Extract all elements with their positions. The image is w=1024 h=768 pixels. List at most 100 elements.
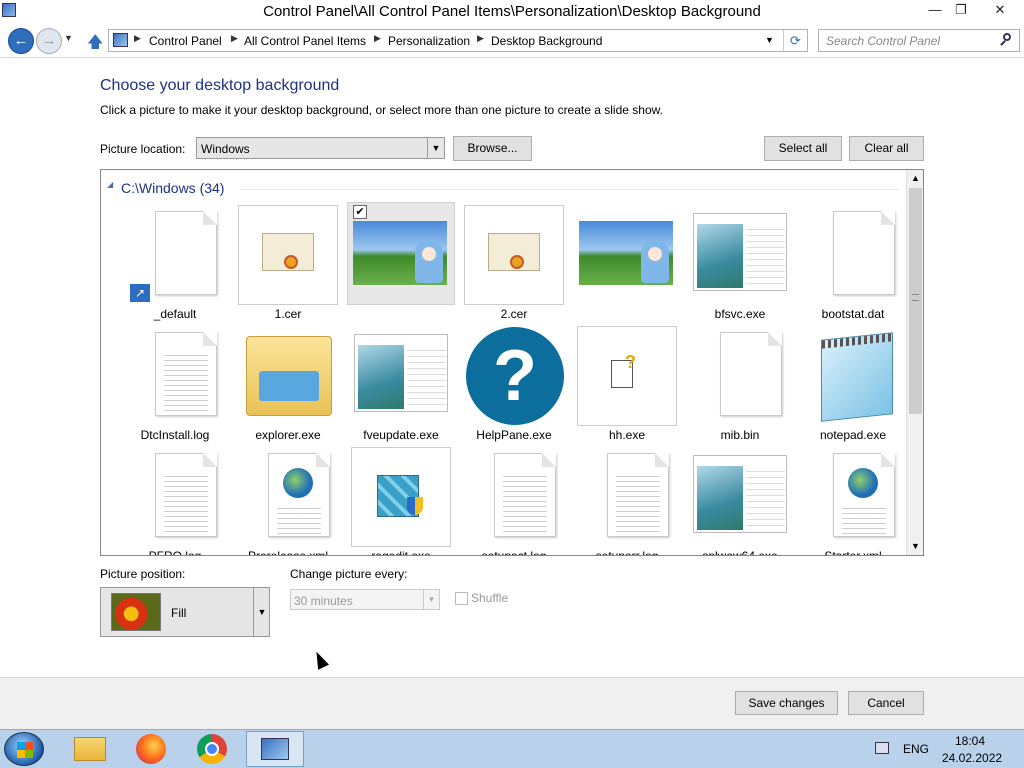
breadcrumb-control-panel[interactable]: Control Panel: [149, 34, 222, 48]
application-window-icon: [354, 334, 448, 412]
picture-location-label: Picture location:: [100, 142, 186, 156]
picture-grid[interactable]: ◢ C:\Windows (34) ↗ _default 1.cer ✔ 2.cer bf…: [100, 169, 924, 556]
clear-all-button[interactable]: Clear all: [849, 136, 924, 161]
certificate-seal-icon: [284, 255, 298, 269]
position-preview-icon: [111, 593, 161, 631]
notepad-icon: [821, 332, 893, 422]
chevron-down-icon: ▼: [253, 588, 270, 636]
search-icon[interactable]: [1000, 33, 1012, 46]
xml-file-icon: [268, 453, 330, 537]
tile-thumbnail: [125, 447, 225, 547]
blank-file-icon: [155, 211, 217, 295]
tile-thumbnail: [464, 447, 564, 547]
blank-file-icon: [720, 332, 782, 416]
change-interval-value: 30 minutes: [294, 594, 353, 608]
network-tray-icon[interactable]: [875, 742, 889, 754]
close-button[interactable]: ✕: [984, 0, 1016, 20]
scroll-thumb[interactable]: [909, 188, 922, 414]
search-field[interactable]: Search Control Panel: [818, 29, 1020, 52]
save-changes-button[interactable]: Save changes: [735, 691, 838, 715]
tile-thumbnail: [803, 205, 903, 305]
tile-thumbnail: [690, 447, 790, 547]
group-header[interactable]: C:\Windows (34): [121, 180, 224, 196]
restore-button[interactable]: ❐: [946, 0, 976, 20]
tile-label: bfsvc.exe: [714, 307, 766, 321]
picture-location-select[interactable]: Windows ▼: [196, 137, 445, 159]
up-button[interactable]: 🡅: [87, 31, 103, 58]
refresh-button[interactable]: ⟳: [783, 30, 807, 51]
tile-label: splwow64.exe: [702, 549, 778, 556]
control-panel-taskbar-button[interactable]: [246, 731, 304, 767]
tile-label: explorer.exe: [255, 428, 321, 442]
tile-thumbnail: [238, 447, 338, 547]
picture-position-select[interactable]: Fill ▼: [100, 587, 270, 637]
collapse-group-icon[interactable]: ◢: [107, 180, 113, 189]
breadcrumb-separator-icon: ▶: [477, 33, 484, 43]
shield-icon: [407, 497, 423, 515]
tile-thumbnail: [238, 205, 338, 305]
tile-thumbnail: [351, 326, 451, 426]
address-dropdown-icon[interactable]: ▼: [765, 35, 774, 45]
tile-label: Prerelease.xml: [247, 549, 329, 556]
clock-date[interactable]: 24.02.2022: [942, 751, 1002, 765]
start-button[interactable]: [4, 732, 44, 766]
scroll-up-icon[interactable]: ▲: [907, 170, 923, 187]
application-window-icon: [693, 455, 787, 533]
content-area: Choose your desktop background Click a p…: [0, 59, 1024, 677]
navigation-bar: ← → ▼ 🡅 ▶ Control Panel ▶ All Control Pa…: [0, 24, 1024, 58]
tile-label: Starter.xml: [824, 549, 882, 556]
control-panel-icon: [113, 33, 128, 47]
dialog-footer: Save changes Cancel: [0, 677, 1024, 729]
breadcrumb-separator-icon: ▶: [231, 33, 238, 43]
help-icon: ?: [466, 327, 564, 425]
language-indicator[interactable]: ENG: [903, 742, 929, 756]
tile-label: hh.exe: [608, 428, 646, 442]
scrollbar[interactable]: ▲ ▼: [906, 170, 923, 555]
xml-file-icon: [833, 453, 895, 537]
windows-logo-icon: [17, 742, 33, 758]
chrome-taskbar-icon[interactable]: [197, 734, 227, 764]
breadcrumb-separator-icon: ▶: [134, 33, 141, 43]
chevron-down-icon: ▼: [423, 590, 439, 609]
breadcrumb-separator-icon: ▶: [374, 33, 381, 43]
breadcrumb-personalization[interactable]: Personalization: [388, 34, 470, 48]
tile-thumbnail: [464, 205, 564, 305]
firefox-taskbar-icon[interactable]: [136, 734, 166, 764]
browse-button[interactable]: Browse...: [453, 136, 532, 161]
tile-label: setuperr.log: [595, 549, 659, 556]
breadcrumb-all-items[interactable]: All Control Panel Items: [244, 34, 366, 48]
clock-time[interactable]: 18:04: [955, 734, 985, 748]
change-interval-select[interactable]: 30 minutes ▼: [290, 589, 440, 610]
tile-label: setupact.log: [481, 549, 547, 556]
tile-label: DtcInstall.log: [140, 428, 210, 442]
scroll-down-icon[interactable]: ▼: [907, 538, 923, 555]
wallpaper-thumbnail: [353, 221, 447, 285]
tile-thumbnail: [577, 447, 677, 547]
tile-checkbox[interactable]: ✔: [353, 205, 367, 219]
tile-thumbnail: [803, 447, 903, 547]
recent-pages-button[interactable]: ▼: [64, 33, 73, 43]
tile-label: HelpPane.exe: [476, 428, 552, 442]
picture-position-label: Picture position:: [100, 567, 186, 581]
forward-button[interactable]: →: [36, 28, 62, 54]
tile-thumbnail: [803, 326, 903, 426]
tile-label: notepad.exe: [819, 428, 887, 442]
tile-label: bootstat.dat: [821, 307, 885, 321]
tile-label: fveupdate.exe: [363, 428, 439, 442]
forward-arrow-icon: →: [41, 32, 57, 49]
group-header-rule: [241, 189, 899, 190]
file-explorer-taskbar-icon[interactable]: [74, 737, 106, 761]
taskbar: ENG 18:04 24.02.2022: [0, 729, 1024, 768]
tile-thumbnail: [690, 205, 790, 305]
search-input[interactable]: Search Control Panel: [826, 34, 940, 48]
application-window-icon: [693, 213, 787, 291]
certificate-seal-icon: [510, 255, 524, 269]
shuffle-checkbox[interactable]: [455, 592, 468, 605]
tile-thumbnail: [125, 326, 225, 426]
cancel-button[interactable]: Cancel: [848, 691, 924, 715]
breadcrumb-desktop-background[interactable]: Desktop Background: [491, 34, 602, 48]
address-bar[interactable]: ▶ Control Panel ▶ All Control Panel Item…: [108, 29, 808, 52]
tile-label: _default: [153, 307, 197, 321]
back-button[interactable]: ←: [8, 28, 34, 54]
select-all-button[interactable]: Select all: [764, 136, 842, 161]
